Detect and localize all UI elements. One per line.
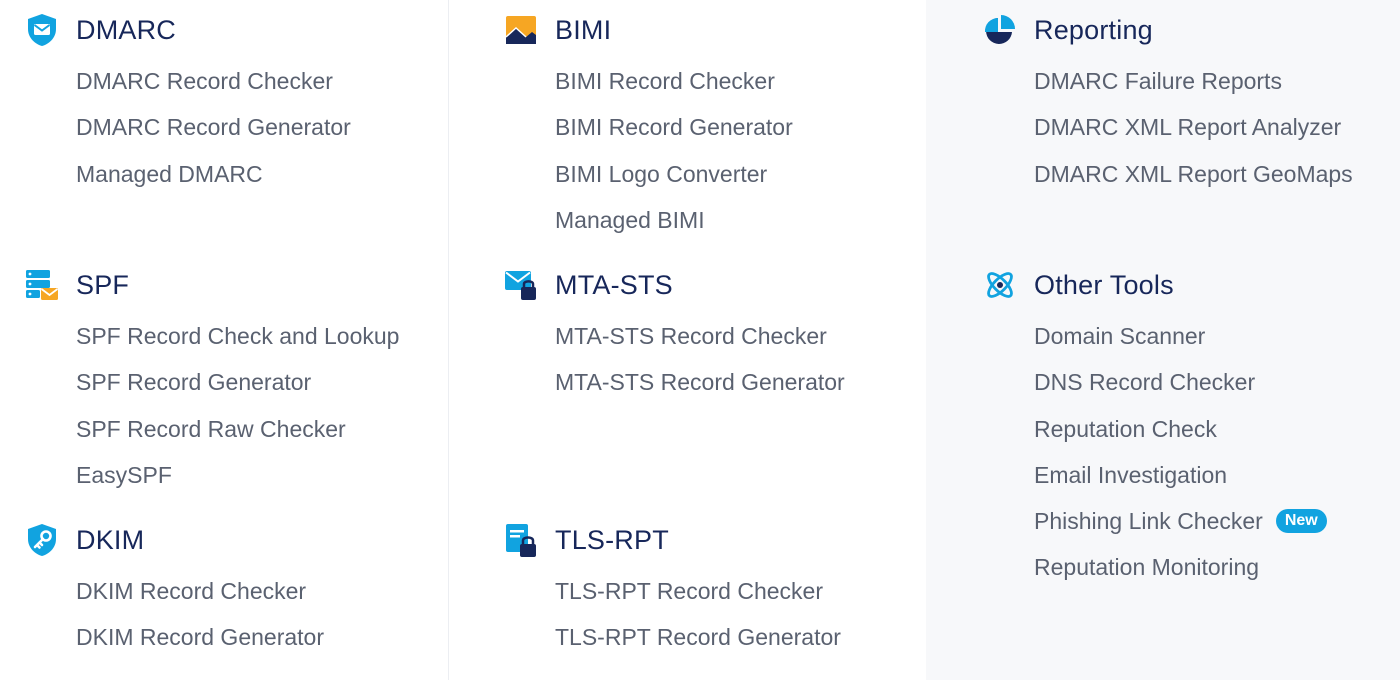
- menu-item-dkim-record-checker[interactable]: DKIM Record Checker: [76, 576, 324, 606]
- menu-item-domain-scanner[interactable]: Domain Scanner: [1034, 321, 1327, 351]
- menu-item-dmarc-record-generator[interactable]: DMARC Record Generator: [76, 112, 351, 142]
- menu-item-dmarc-failure-reports[interactable]: DMARC Failure Reports: [1034, 66, 1353, 96]
- menu-item-email-investigation[interactable]: Email Investigation: [1034, 460, 1327, 490]
- section-header: MTA-STS: [505, 265, 845, 305]
- section-spf: SPF SPF Record Check and Lookup SPF Reco…: [26, 265, 399, 506]
- menu-item-reputation-monitoring[interactable]: Reputation Monitoring: [1034, 552, 1327, 582]
- mail-lock-icon: [503, 267, 539, 303]
- menu-item-tls-rpt-record-generator[interactable]: TLS-RPT Record Generator: [555, 622, 841, 652]
- section-header: BIMI: [505, 10, 793, 50]
- section-bimi: BIMI BIMI Record Checker BIMI Record Gen…: [505, 10, 793, 251]
- section-title: BIMI: [555, 15, 612, 45]
- menu-item-dns-record-checker[interactable]: DNS Record Checker: [1034, 367, 1327, 397]
- section-header: Reporting: [984, 10, 1353, 50]
- menu-item-reputation-check[interactable]: Reputation Check: [1034, 414, 1327, 444]
- menu-item-dmarc-record-checker[interactable]: DMARC Record Checker: [76, 66, 351, 96]
- section-mta-sts: MTA-STS MTA-STS Record Checker MTA-STS R…: [505, 265, 845, 414]
- column-divider: [448, 0, 449, 680]
- section-other-tools: Other Tools Domain Scanner DNS Record Ch…: [987, 265, 1327, 599]
- menu-item-bimi-record-generator[interactable]: BIMI Record Generator: [555, 112, 793, 142]
- section-reporting: Reporting DMARC Failure Reports DMARC XM…: [984, 10, 1353, 205]
- menu-item-phishing-link-checker[interactable]: Phishing Link Checker New: [1034, 506, 1327, 536]
- section-tls-rpt: TLS-RPT TLS-RPT Record Checker TLS-RPT R…: [506, 520, 841, 669]
- shield-key-icon: [24, 522, 60, 558]
- server-mail-icon: [24, 267, 60, 303]
- section-title: Reporting: [1034, 15, 1153, 45]
- menu-item-mta-sts-record-generator[interactable]: MTA-STS Record Generator: [555, 367, 845, 397]
- pie-chart-icon: [982, 12, 1018, 48]
- section-header: TLS-RPT: [506, 520, 841, 560]
- menu-item-dmarc-xml-report-geomaps[interactable]: DMARC XML Report GeoMaps: [1034, 159, 1353, 189]
- menu-item-dmarc-xml-report-analyzer[interactable]: DMARC XML Report Analyzer: [1034, 112, 1353, 142]
- section-dmarc: DMARC DMARC Record Checker DMARC Record …: [28, 10, 351, 205]
- image-logo-icon: [503, 12, 539, 48]
- menu-item-spf-record-raw-checker[interactable]: SPF Record Raw Checker: [76, 414, 399, 444]
- menu-item-managed-bimi[interactable]: Managed BIMI: [555, 205, 793, 235]
- menu-item-label: Phishing Link Checker: [1034, 508, 1263, 535]
- section-title: TLS-RPT: [555, 525, 669, 555]
- atom-icon: [982, 267, 1018, 303]
- menu-item-spf-record-check[interactable]: SPF Record Check and Lookup: [76, 321, 399, 351]
- menu-item-tls-rpt-record-checker[interactable]: TLS-RPT Record Checker: [555, 576, 841, 606]
- section-title: DKIM: [76, 525, 145, 555]
- menu-item-managed-dmarc[interactable]: Managed DMARC: [76, 159, 351, 189]
- menu-item-bimi-record-checker[interactable]: BIMI Record Checker: [555, 66, 793, 96]
- menu-item-spf-record-generator[interactable]: SPF Record Generator: [76, 367, 399, 397]
- menu-item-easyspf[interactable]: EasySPF: [76, 460, 399, 490]
- menu-item-bimi-logo-converter[interactable]: BIMI Logo Converter: [555, 159, 793, 189]
- new-badge: New: [1275, 509, 1327, 534]
- menu-item-dkim-record-generator[interactable]: DKIM Record Generator: [76, 622, 324, 652]
- section-header: SPF: [26, 265, 399, 305]
- section-dkim: DKIM DKIM Record Checker DKIM Record Gen…: [28, 520, 324, 669]
- section-header: Other Tools: [987, 265, 1327, 305]
- menu-item-mta-sts-record-checker[interactable]: MTA-STS Record Checker: [555, 321, 845, 351]
- section-title: MTA-STS: [555, 270, 673, 300]
- section-title: SPF: [76, 270, 130, 300]
- document-lock-icon: [503, 522, 539, 558]
- section-title: Other Tools: [1034, 270, 1174, 300]
- section-header: DKIM: [28, 520, 324, 560]
- section-header: DMARC: [28, 10, 351, 50]
- shield-mail-icon: [24, 12, 60, 48]
- section-title: DMARC: [76, 15, 176, 45]
